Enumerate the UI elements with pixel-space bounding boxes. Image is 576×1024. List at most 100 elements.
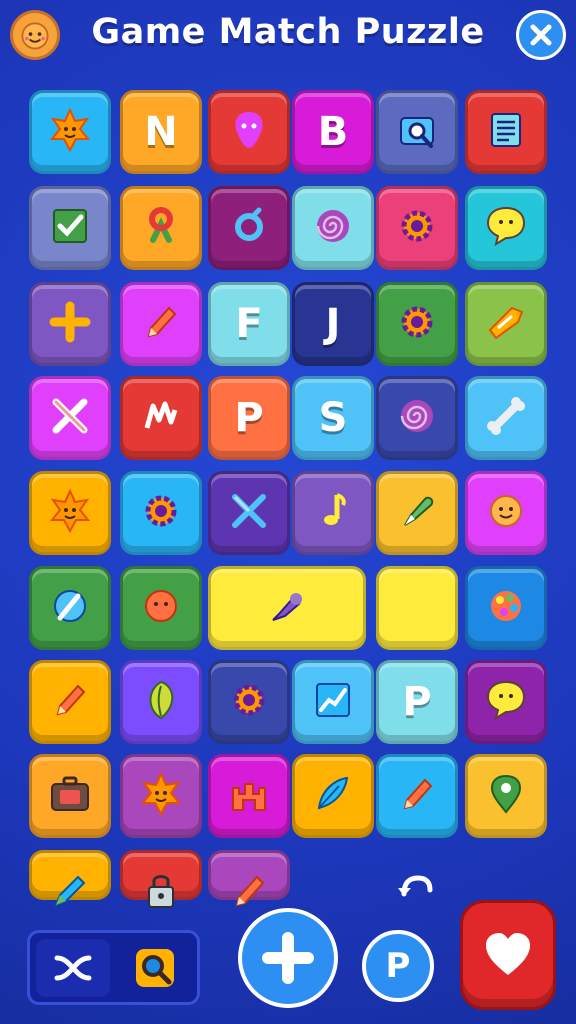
ring-icon xyxy=(225,202,273,254)
briefcase-icon xyxy=(46,770,94,822)
smiley-cookie-icon xyxy=(482,487,530,539)
bottom-bar: P xyxy=(0,875,576,1024)
swirl-icon xyxy=(309,202,357,254)
game-tile[interactable] xyxy=(208,186,290,270)
game-tile[interactable] xyxy=(29,90,111,174)
game-tile[interactable]: J xyxy=(292,282,374,366)
plus-icon xyxy=(46,298,94,350)
leaf-icon xyxy=(137,676,185,728)
game-tile[interactable] xyxy=(120,186,202,270)
speech-bubble-icon xyxy=(482,202,530,254)
game-tile[interactable]: P xyxy=(376,660,458,744)
game-tile[interactable] xyxy=(120,471,202,555)
hint-button[interactable] xyxy=(118,939,192,997)
game-tile[interactable] xyxy=(376,90,458,174)
gear-icon xyxy=(393,202,441,254)
gear-icon xyxy=(225,676,273,728)
pencil-icon xyxy=(137,298,185,350)
game-tile[interactable] xyxy=(29,282,111,366)
game-tile[interactable]: B xyxy=(292,90,374,174)
location-pin-icon xyxy=(482,770,530,822)
magnifier-icon xyxy=(136,949,174,987)
game-tile[interactable] xyxy=(376,186,458,270)
speech-bubble-icon xyxy=(482,676,530,728)
document-icon xyxy=(482,106,530,158)
game-tile[interactable] xyxy=(465,186,547,270)
tile-letter: F xyxy=(235,301,263,347)
game-tile[interactable] xyxy=(465,90,547,174)
game-tile[interactable] xyxy=(208,850,290,907)
game-tile[interactable] xyxy=(208,566,366,650)
lives-button[interactable] xyxy=(460,900,556,1010)
gear-icon xyxy=(137,487,185,539)
game-tile[interactable] xyxy=(465,471,547,555)
game-tile[interactable] xyxy=(120,660,202,744)
game-tile[interactable] xyxy=(376,282,458,366)
game-tile[interactable] xyxy=(465,376,547,460)
game-tile[interactable] xyxy=(208,90,290,174)
game-tile[interactable] xyxy=(120,754,202,838)
game-tile[interactable] xyxy=(292,186,374,270)
points-button[interactable]: P xyxy=(362,930,434,1002)
tile-letter: J xyxy=(325,301,341,347)
star-face-icon xyxy=(46,487,94,539)
game-tile[interactable]: F xyxy=(208,282,290,366)
game-tile[interactable] xyxy=(120,282,202,366)
game-tile[interactable] xyxy=(292,754,374,838)
game-tile[interactable] xyxy=(29,376,111,460)
game-tile[interactable] xyxy=(376,471,458,555)
game-tile[interactable] xyxy=(465,754,547,838)
music-note-icon xyxy=(393,582,441,634)
tile-letter: N xyxy=(144,109,178,155)
game-tile[interactable]: S xyxy=(292,376,374,460)
heart-icon xyxy=(486,933,530,975)
game-tile[interactable]: N xyxy=(120,90,202,174)
game-tile[interactable] xyxy=(29,566,111,650)
brush-icon xyxy=(263,582,311,634)
shuffle-button[interactable] xyxy=(36,939,110,997)
star-face-icon xyxy=(137,770,185,822)
star-face-icon xyxy=(46,106,94,158)
tool-panel xyxy=(27,930,200,1005)
game-tile[interactable] xyxy=(120,850,202,908)
bone-icon xyxy=(482,392,530,444)
arrow-tag-icon xyxy=(482,298,530,350)
cross-icon xyxy=(46,392,94,444)
shuffle-icon xyxy=(54,955,92,981)
game-tile[interactable] xyxy=(376,754,458,838)
tile-grid: N B F J P S P xyxy=(0,0,576,1024)
game-tile[interactable] xyxy=(465,566,547,650)
game-tile[interactable] xyxy=(208,660,290,744)
game-tile[interactable] xyxy=(29,471,111,555)
chart-icon xyxy=(309,676,357,728)
game-tile[interactable] xyxy=(29,660,111,744)
game-tile[interactable] xyxy=(29,754,111,838)
tile-letter: P xyxy=(402,679,432,725)
game-tile[interactable] xyxy=(376,566,458,650)
tile-letter: B xyxy=(317,109,349,155)
feather-icon xyxy=(309,770,357,822)
palette-icon xyxy=(482,582,530,634)
game-tile[interactable]: P xyxy=(208,376,290,460)
plus-icon xyxy=(262,932,314,984)
gear-icon xyxy=(393,298,441,350)
castle-icon xyxy=(225,770,273,822)
ribbon-icon xyxy=(137,202,185,254)
game-tile[interactable] xyxy=(208,471,290,555)
game-tile[interactable] xyxy=(29,850,111,907)
add-button[interactable] xyxy=(238,908,338,1008)
game-tile[interactable] xyxy=(376,376,458,460)
game-tile[interactable] xyxy=(292,660,374,744)
undo-icon[interactable] xyxy=(396,870,436,900)
game-tile[interactable] xyxy=(465,282,547,366)
game-tile[interactable] xyxy=(120,376,202,460)
game-tile[interactable] xyxy=(120,566,202,650)
game-tile[interactable] xyxy=(292,471,374,555)
game-tile[interactable] xyxy=(208,754,290,838)
marker-icon xyxy=(393,487,441,539)
game-tile[interactable] xyxy=(465,660,547,744)
game-tile[interactable] xyxy=(29,186,111,270)
pencil-icon xyxy=(46,676,94,728)
zigzag-icon xyxy=(137,392,185,444)
tile-letter: S xyxy=(318,395,348,441)
